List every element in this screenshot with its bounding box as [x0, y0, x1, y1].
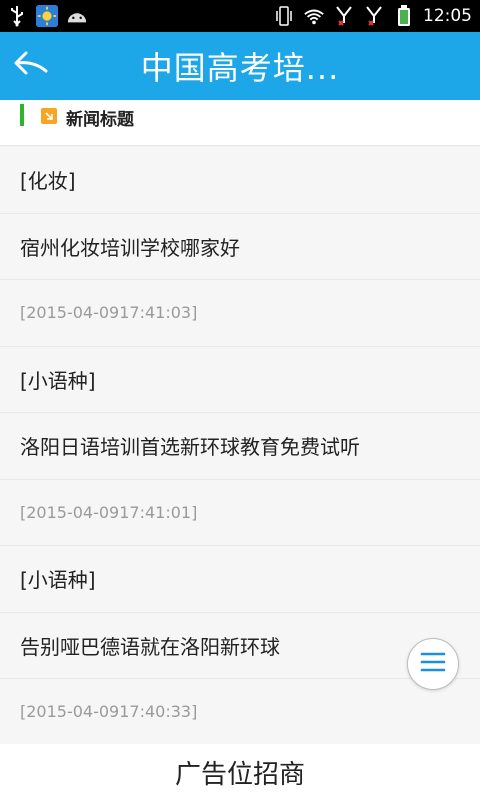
battery-icon: [393, 5, 415, 27]
signal-icon: [363, 5, 385, 27]
ad-banner[interactable]: 广告位招商: [0, 744, 480, 800]
news-title[interactable]: 宿州化妆培训学校哪家好: [0, 213, 480, 280]
android-icon: [66, 5, 88, 27]
vibrate-icon: [273, 5, 295, 27]
usb-icon: [6, 5, 28, 27]
section-header: 新闻标题: [0, 100, 480, 146]
app-header: 中国高考培...: [0, 32, 480, 100]
section-accent-bar: [20, 104, 24, 126]
news-category[interactable]: [小语种]: [0, 346, 480, 413]
news-category[interactable]: [化妆]: [0, 147, 480, 214]
signal-icon: [333, 5, 355, 27]
status-bar: 12:05: [0, 0, 480, 32]
news-title[interactable]: 洛阳日语培训首选新环球教育免费试听: [0, 413, 480, 480]
menu-button[interactable]: [407, 638, 459, 690]
menu-icon: [420, 651, 446, 677]
news-time: [2015-04-0917:40:33]: [0, 679, 480, 746]
section-arrow-icon: [41, 108, 57, 124]
news-time: [2015-04-0917:41:01]: [0, 479, 480, 546]
wifi-icon: [303, 5, 325, 27]
clock: 12:05: [423, 6, 472, 26]
news-category[interactable]: [小语种]: [0, 546, 480, 613]
page-title: 中国高考培...: [140, 49, 340, 87]
news-time: [2015-04-0917:41:03]: [0, 280, 480, 347]
weather-sun-icon: [36, 5, 58, 27]
back-button[interactable]: [0, 32, 64, 100]
ad-text: 广告位招商: [174, 759, 305, 790]
section-title: 新闻标题: [66, 110, 134, 130]
back-arrow-icon: [12, 49, 52, 83]
